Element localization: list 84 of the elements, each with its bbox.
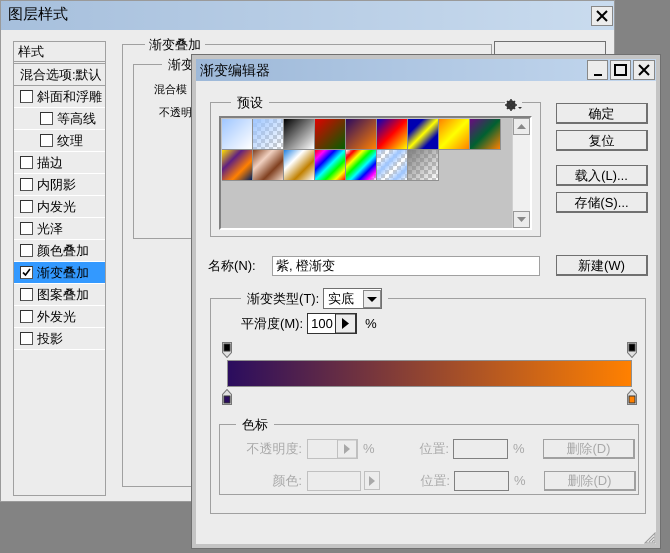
checkbox[interactable] [20,90,33,103]
scroll-up-icon[interactable] [513,118,530,134]
minimize-button[interactable] [587,60,608,80]
close-button[interactable] [633,60,655,80]
field-label: 渐变类型(T): [247,290,320,308]
styles-list-item[interactable]: 斜面和浮雕 [14,86,105,108]
checkbox[interactable] [20,332,33,345]
group-title: 色标 [241,416,269,434]
group-title: 预设 [236,94,264,112]
styles-list-item[interactable]: 混合选项:默认 [14,64,105,86]
dialog-button[interactable]: 存储(S)... [556,192,648,213]
window-title: 渐变编辑器 [200,60,270,80]
styles-list-item[interactable]: 渐变叠加 [14,262,105,284]
gear-menu-icon[interactable] [505,98,522,110]
new-button[interactable]: 新建(W) [556,255,648,276]
styles-list-item[interactable]: 外发光 [14,306,105,328]
smoothness-field[interactable]: 100 [307,313,358,334]
group-title: 渐变叠加 [148,36,202,54]
type-dropdown[interactable]: 实底 [323,288,382,309]
gradient-swatch[interactable] [439,118,470,150]
color-stop[interactable] [222,389,232,405]
unit-label: % [514,472,527,490]
checkbox[interactable] [20,266,33,279]
stepper-arrow-icon[interactable] [335,314,356,333]
checkbox[interactable] [20,178,33,191]
maximize-icon [614,64,627,76]
checkbox[interactable] [20,200,33,213]
checkbox[interactable] [20,156,33,169]
close-icon [596,10,608,22]
field-label: 不透明 [159,106,192,120]
styles-list-item[interactable]: 纹理 [14,130,105,152]
gradient-swatch[interactable] [346,118,377,150]
opacity-stop[interactable] [627,342,637,358]
dialog-button[interactable]: 载入(L)... [556,165,648,186]
color-stop[interactable] [627,389,637,405]
gradient-swatch[interactable] [253,118,284,150]
opacity-stop[interactable] [222,342,232,358]
gradient-swatch[interactable] [222,118,253,150]
list-header: 样式 [18,42,44,61]
checkbox[interactable] [20,244,33,257]
resize-grip-icon[interactable] [644,532,656,544]
checkbox[interactable] [40,134,53,147]
field-label: 名称(N): [208,256,257,275]
field-label: 位置: [418,440,449,458]
gradient-swatch[interactable] [377,150,408,180]
unit-label: % [363,440,376,458]
styles-list-item[interactable]: 光泽 [14,218,105,240]
unit-label: % [365,314,377,333]
styles-list-item[interactable]: 描边 [14,152,105,174]
gradient-swatch[interactable] [377,118,408,150]
gradient-swatch[interactable] [470,118,501,150]
gradient-swatch[interactable] [284,118,315,150]
gradient-swatch[interactable] [284,150,315,180]
checkbox[interactable] [20,310,33,323]
close-button[interactable] [591,6,613,26]
scroll-down-icon[interactable] [513,210,530,228]
dialog-button[interactable]: 复位 [556,130,648,151]
styles-list-item[interactable]: 内发光 [14,196,105,218]
gradient-swatch[interactable] [408,150,439,180]
field-label: 位置: [419,472,450,490]
styles-list-item[interactable]: 投影 [14,328,105,350]
field-label: 平滑度(M): [241,314,304,333]
gradient-swatch[interactable] [408,118,439,150]
field-label: 混合模 [154,83,187,98]
checkbox[interactable] [20,288,33,301]
unit-label: % [513,440,526,458]
minimize-icon [594,74,602,76]
field-label: 颜色: [271,472,302,490]
window-title: 图层样式 [8,5,68,26]
field-label: 不透明度: [245,440,302,458]
styles-list-item[interactable]: 等高线 [14,108,105,130]
checkbox[interactable] [40,112,53,125]
gradient-swatch[interactable] [253,150,284,180]
gradient-swatch[interactable] [346,150,377,180]
gradient-swatch[interactable] [222,150,253,180]
checkbox[interactable] [20,222,33,235]
dialog-button[interactable]: 确定 [556,103,648,124]
close-icon [638,64,650,76]
gradient-swatch[interactable] [315,150,346,180]
name-field[interactable]: 紫, 橙渐变 [272,256,540,276]
styles-list-item[interactable]: 内阴影 [14,174,105,196]
gradient-swatch[interactable] [315,118,346,150]
maximize-button[interactable] [610,60,631,80]
styles-list-item[interactable]: 图案叠加 [14,284,105,306]
